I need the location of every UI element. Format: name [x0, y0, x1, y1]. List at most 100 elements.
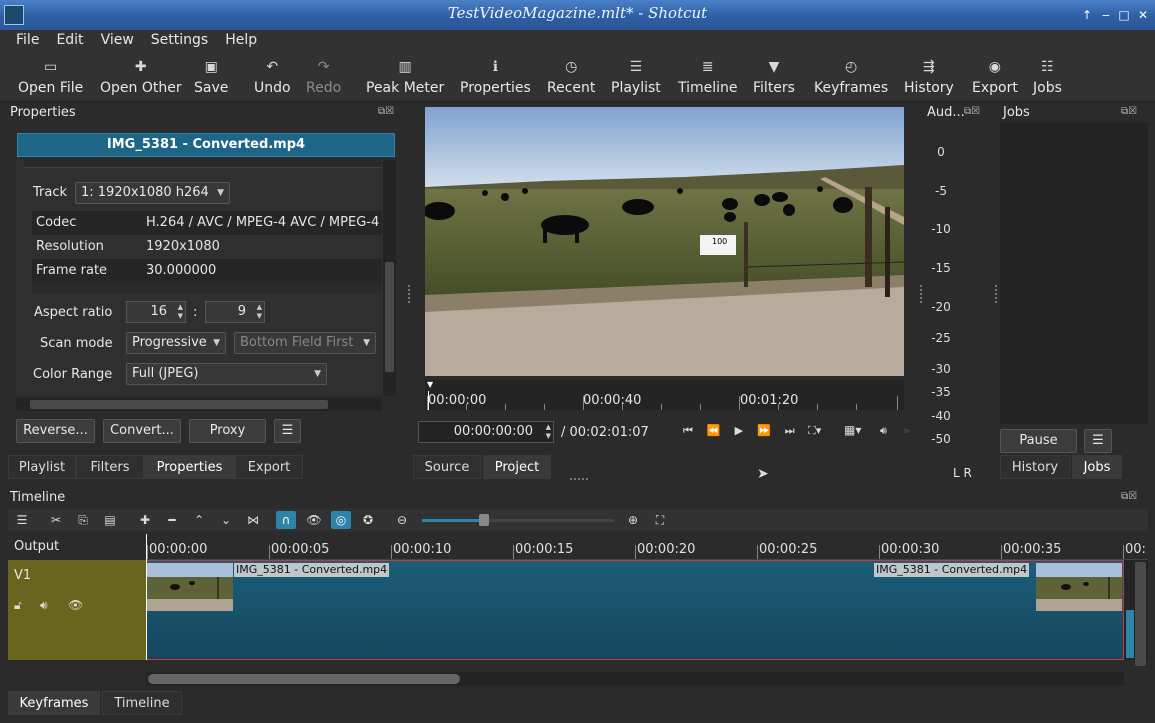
close-icon[interactable]: ✕	[1134, 6, 1152, 24]
properties-vscroll-thumb[interactable]	[385, 262, 394, 372]
redo-button[interactable]: ↷ Redo	[306, 57, 341, 96]
color-range-combo[interactable]: Full (JPEG) ▼	[126, 363, 327, 385]
cut-icon[interactable]: ✂	[46, 511, 66, 529]
grid-icon[interactable]: ▦▾	[844, 423, 861, 437]
tab-export[interactable]: Export	[235, 455, 303, 479]
splitter-handle[interactable]	[995, 285, 998, 303]
scan-mode-combo[interactable]: Progressive ▼	[126, 332, 226, 354]
timeline-ruler-label: 00:00:25	[759, 542, 818, 557]
properties-menu-button[interactable]: ☰	[274, 419, 301, 443]
snap-icon[interactable]: ∩	[276, 511, 296, 529]
menu-file[interactable]: File	[0, 30, 45, 48]
remove-icon[interactable]: ━	[162, 511, 182, 529]
skip-previous-icon[interactable]: ⏮	[683, 424, 707, 437]
timeline-ruler[interactable]: 00:00:00 00:00:05 00:00:10 00:00:15 00:0…	[146, 534, 1148, 560]
track-header-v1[interactable]: V1 🔓︎ 🔊︎ 👁︎	[8, 560, 146, 660]
zoom-out-icon[interactable]: ⊖	[392, 511, 412, 529]
tab-timeline[interactable]: Timeline	[102, 691, 182, 715]
tab-filters[interactable]: Filters	[76, 455, 144, 479]
play-icon[interactable]: ▶	[735, 424, 757, 437]
timeline-dock-buttons[interactable]: ⧉☒	[1121, 491, 1137, 502]
zoom-slider-handle[interactable]	[479, 514, 489, 526]
jobs-dock-buttons[interactable]: ⧉☒	[1121, 106, 1137, 117]
recent-button[interactable]: ◷ Recent	[547, 57, 595, 96]
scan-mode-label: Scan mode	[40, 336, 113, 351]
tab-jobs[interactable]: Jobs	[1072, 455, 1122, 479]
menu-settings[interactable]: Settings	[140, 30, 214, 48]
volume-icon[interactable]: 🔊︎	[880, 424, 887, 438]
menu-view[interactable]: View	[90, 30, 140, 48]
filters-button[interactable]: ▼ Filters	[753, 57, 795, 96]
convert-button[interactable]: Convert...	[103, 419, 181, 443]
open-file-button[interactable]: ▭ Open File	[18, 57, 83, 96]
export-button[interactable]: ◉ Export	[972, 57, 1018, 96]
playhead-icon[interactable]: ▼	[427, 380, 433, 389]
transport-controls[interactable]: ⏮⏪▶⏩⏭	[683, 424, 809, 438]
open-other-button[interactable]: ✚ Open Other	[100, 57, 182, 96]
visibility-icon[interactable]: 👁︎	[68, 598, 83, 612]
properties-dock-buttons[interactable]: ⧉☒	[378, 106, 394, 117]
lift-icon[interactable]: ⌃	[189, 511, 209, 529]
zoom-in-icon[interactable]: ⊕	[623, 511, 643, 529]
properties-button[interactable]: ℹ Properties	[460, 57, 531, 96]
jobs-list[interactable]	[1000, 122, 1148, 424]
mute-icon[interactable]: 🔊︎	[40, 598, 48, 613]
fast-forward-icon[interactable]: ⏩	[757, 424, 785, 437]
position-timecode[interactable]: 00:00:00:00 ▲ ▼	[418, 421, 554, 443]
lock-icon[interactable]: 🔓︎	[14, 598, 22, 613]
splitter-handle[interactable]	[570, 478, 588, 481]
split-icon[interactable]: ⋈	[243, 511, 263, 529]
timeline-button[interactable]: ≣ Timeline	[678, 57, 738, 96]
zoom-fit-icon[interactable]: ⛶	[650, 511, 670, 529]
clip-label-end: IMG_5381 - Converted.mp4	[874, 563, 1030, 577]
save-button[interactable]: ▣ Save	[194, 57, 228, 96]
timeline-playhead[interactable]	[146, 534, 147, 660]
timeline-menu-icon[interactable]: ☰	[12, 511, 32, 529]
splitter-handle[interactable]	[920, 285, 923, 303]
ripple-icon[interactable]: ◎	[331, 511, 351, 529]
jobs-menu-button[interactable]: ☰	[1084, 429, 1112, 453]
copy-icon[interactable]: ⎘	[73, 511, 93, 529]
keyframes-button[interactable]: ◴ Keyframes	[814, 57, 888, 96]
menu-edit[interactable]: Edit	[45, 30, 89, 48]
db-label: 0	[937, 145, 945, 159]
prop-row-frame-rate: Frame rate 30.000000	[32, 259, 382, 283]
tab-source[interactable]: Source	[413, 455, 481, 479]
timeline-hscroll-thumb[interactable]	[148, 674, 460, 684]
ripple-all-icon[interactable]: ✪	[358, 511, 378, 529]
keep-above-icon[interactable]: ↑	[1078, 6, 1096, 24]
pause-button[interactable]: Pause	[1000, 429, 1077, 453]
paste-icon[interactable]: ▤	[100, 511, 120, 529]
jobs-button[interactable]: ☷ Jobs	[1033, 57, 1062, 96]
skip-next-icon[interactable]: ⏭	[785, 424, 809, 437]
timeline-clip[interactable]: IMG_5381 - Converted.mp4 IMG_5381 - Conv…	[146, 560, 1124, 660]
track-combo[interactable]: 1: 1920x1080 h264 ▼	[75, 182, 230, 204]
aspect-width-spinner[interactable]: 16 ▲ ▼	[126, 301, 186, 323]
audio-dock-buttons[interactable]: ⧉☒	[964, 106, 980, 117]
undo-button[interactable]: ↶ Undo	[254, 57, 291, 96]
tab-properties[interactable]: Properties	[144, 455, 235, 479]
timeline-vscroll-thumb[interactable]	[1135, 562, 1146, 666]
properties-hscroll-thumb[interactable]	[30, 400, 328, 409]
funnel-icon: ▼	[768, 59, 780, 75]
proxy-button[interactable]: Proxy	[189, 419, 266, 443]
tab-project[interactable]: Project	[483, 455, 551, 479]
tab-history[interactable]: History	[1000, 455, 1070, 479]
playlist-button[interactable]: ☰ Playlist	[611, 57, 661, 96]
menu-help[interactable]: Help	[214, 30, 263, 48]
zoom-fit-icon[interactable]: ⛶▾	[808, 424, 821, 438]
tab-playlist[interactable]: Playlist	[8, 455, 76, 479]
minimize-icon[interactable]: ‒	[1097, 6, 1115, 24]
splitter-handle[interactable]	[408, 285, 411, 303]
peak-meter-button[interactable]: ▥ Peak Meter	[366, 57, 444, 96]
maximize-icon[interactable]: □	[1115, 6, 1133, 24]
history-button[interactable]: ⇶ History	[904, 57, 954, 96]
tab-keyframes[interactable]: Keyframes	[8, 691, 100, 715]
overwrite-icon[interactable]: ⌄	[216, 511, 236, 529]
reverse-button[interactable]: Reverse...	[16, 419, 95, 443]
scrub-icon[interactable]: 👁︎	[304, 511, 324, 529]
player-scrubber[interactable]: ▼ 00:00:00 00:00:40 00:01:20	[425, 380, 904, 410]
rewind-icon[interactable]: ⏪	[707, 424, 735, 437]
append-icon[interactable]: ✚	[135, 511, 155, 529]
aspect-height-spinner[interactable]: 9 ▲ ▼	[205, 301, 265, 323]
